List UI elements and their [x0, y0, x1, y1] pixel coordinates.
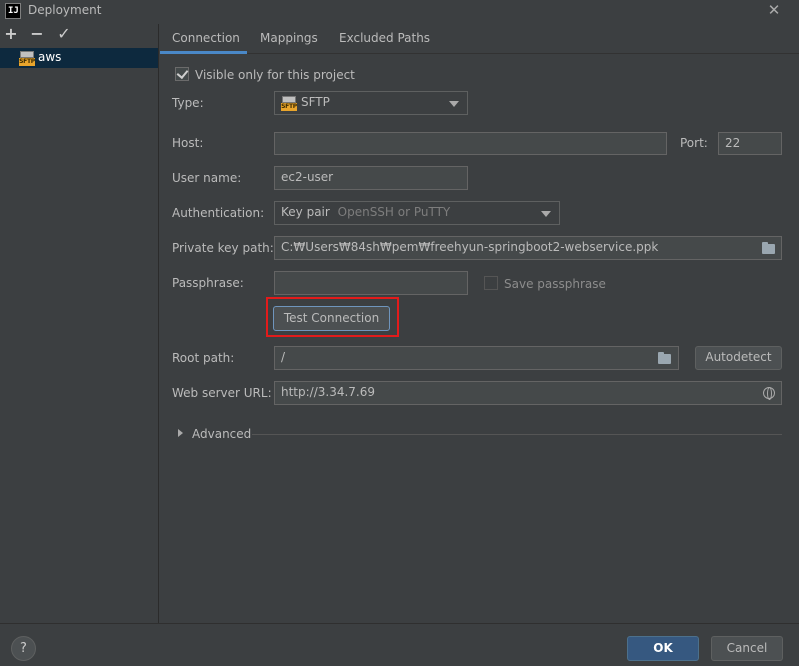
server-name: aws	[38, 50, 62, 64]
test-connection-button[interactable]: Test Connection	[273, 306, 390, 331]
cancel-button[interactable]: Cancel	[711, 636, 783, 661]
footer-divider	[0, 623, 799, 624]
advanced-section-toggle[interactable]: Advanced	[192, 427, 251, 441]
visible-only-label: Visible only for this project	[195, 68, 355, 82]
autodetect-button[interactable]: Autodetect	[695, 346, 782, 370]
port-label: Port:	[680, 136, 708, 150]
type-label: Type:	[172, 96, 204, 110]
chevron-down-icon	[541, 211, 551, 217]
root-path-value: /	[281, 350, 286, 364]
globe-icon[interactable]	[763, 387, 775, 400]
browse-folder-icon[interactable]	[658, 352, 671, 364]
key-path-value: C:₩Users₩84sh₩pem₩freehyun-springboot2-w…	[281, 240, 659, 254]
web-url-input[interactable]: http://3.34.7.69	[274, 381, 782, 405]
remove-server-button[interactable]: −	[28, 24, 46, 44]
host-input[interactable]	[274, 132, 667, 155]
sftp-server-icon: SFTP	[19, 51, 35, 66]
server-list-panel: + − ✓ SFTP aws	[0, 24, 159, 623]
help-button[interactable]: ?	[11, 636, 36, 661]
tab-excluded-paths[interactable]: Excluded Paths	[339, 31, 430, 45]
active-tab-indicator	[160, 51, 247, 54]
auth-label: Authentication:	[172, 206, 265, 220]
chevron-right-icon[interactable]	[178, 429, 183, 437]
close-icon[interactable]: ✕	[764, 0, 784, 20]
server-list-item[interactable]: SFTP aws	[0, 48, 158, 68]
intellij-logo-icon: IJ	[5, 3, 21, 19]
key-path-input[interactable]: C:₩Users₩84sh₩pem₩freehyun-springboot2-w…	[274, 236, 782, 260]
username-input[interactable]: ec2-user	[274, 166, 468, 190]
auth-dropdown[interactable]: Key pair OpenSSH or PuTTY	[274, 201, 560, 225]
sftp-type-icon: SFTP	[281, 96, 297, 111]
passphrase-label: Passphrase:	[172, 276, 244, 290]
type-value: SFTP	[301, 95, 330, 109]
ok-button[interactable]: OK	[627, 636, 699, 661]
port-input[interactable]: 22	[718, 132, 782, 155]
visible-only-checkbox[interactable]	[175, 67, 189, 81]
root-path-label: Root path:	[172, 351, 235, 365]
tab-mappings[interactable]: Mappings	[260, 31, 318, 45]
save-passphrase-checkbox[interactable]	[484, 276, 498, 290]
root-path-input[interactable]: /	[274, 346, 679, 370]
username-label: User name:	[172, 171, 242, 185]
tab-bar: Connection Mappings Excluded Paths	[160, 26, 799, 54]
auth-hint: OpenSSH or PuTTY	[337, 205, 451, 219]
save-passphrase-label: Save passphrase	[504, 277, 606, 291]
passphrase-input[interactable]	[274, 271, 468, 295]
host-label: Host:	[172, 136, 204, 150]
section-divider	[252, 434, 782, 435]
add-server-button[interactable]: +	[2, 24, 20, 44]
window-title: Deployment	[28, 3, 102, 17]
type-dropdown[interactable]: SFTP SFTP	[274, 91, 468, 115]
web-url-value: http://3.34.7.69	[281, 385, 376, 399]
tab-connection[interactable]: Connection	[172, 31, 240, 45]
auth-value: Key pair	[281, 205, 330, 219]
browse-folder-icon[interactable]	[762, 242, 775, 254]
chevron-down-icon	[449, 101, 459, 107]
title-bar: IJ Deployment ✕	[0, 0, 799, 22]
key-path-label: Private key path:	[172, 241, 274, 255]
set-default-button[interactable]: ✓	[55, 24, 73, 44]
web-url-label: Web server URL:	[172, 386, 272, 400]
